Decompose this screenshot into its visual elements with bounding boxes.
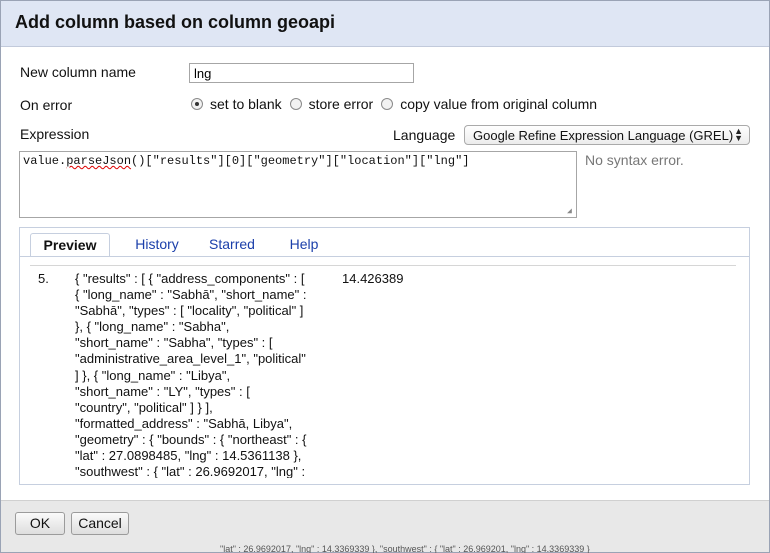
radio-unchecked-icon bbox=[289, 98, 302, 110]
preview-value-line: "administrative_area_level_1", "politica… bbox=[75, 351, 306, 367]
preview-value-line: "short_name" : "Sabha", "types" : [ bbox=[75, 335, 273, 351]
preview-value-line: "short_name" : "LY", "types" : [ bbox=[75, 383, 250, 399]
on-error-store-error-radio[interactable]: store error bbox=[289, 96, 374, 112]
expression-code-part: ()["results"][0]["geometry"]["location"]… bbox=[131, 154, 470, 168]
preview-row-result: 14.426389 bbox=[342, 271, 404, 286]
preview-table[interactable]: 5. { "results" : [ { "address_components… bbox=[30, 268, 736, 478]
preview-value-line: ] }, { "long_name" : "Libya", bbox=[75, 367, 231, 383]
preview-header-rule bbox=[30, 265, 736, 266]
expression-code-function: parseJson bbox=[66, 154, 132, 168]
on-error-copy-value-radio[interactable]: copy value from original column bbox=[381, 96, 597, 112]
on-error-option-label: set to blank bbox=[210, 96, 282, 112]
radio-unchecked-icon bbox=[381, 98, 394, 110]
new-column-name-input[interactable] bbox=[189, 63, 414, 83]
preview-row-number: 5. bbox=[38, 271, 49, 286]
select-updown-arrow-icon: ▲ ▼ bbox=[734, 126, 743, 143]
expression-label: Expression bbox=[20, 126, 90, 142]
preview-value-line: "formatted_address" : "Sabhā, Libya", bbox=[75, 415, 293, 431]
on-error-option-label: store error bbox=[308, 96, 374, 112]
on-error-label: On error bbox=[20, 97, 73, 113]
preview-value-line: "lat" : 27.0898485, "lng" : 14.5361138 }… bbox=[75, 448, 302, 464]
resize-grip-icon[interactable]: ◢ bbox=[567, 208, 575, 216]
radio-checked-icon bbox=[191, 98, 203, 110]
tab-strip: Preview History Starred Help bbox=[20, 228, 749, 257]
preview-value-line: { "long_name" : "Sabhā", "short_name" : bbox=[75, 287, 307, 303]
preview-value-line: "geometry" : { "bounds" : { "northeast" … bbox=[75, 431, 307, 447]
tab-starred[interactable]: Starred bbox=[199, 233, 265, 257]
dialog-title: Add column based on column geoapi bbox=[15, 12, 336, 32]
on-error-radio-group: set to blank store error copy value from… bbox=[191, 95, 605, 113]
tab-preview[interactable]: Preview bbox=[30, 233, 110, 257]
language-select-value: Google Refine Expression Language (GREL) bbox=[473, 128, 734, 143]
tab-divider bbox=[20, 256, 749, 257]
background-page-text: "lat" : 26.9692017, "lng" : 14.3369339 }… bbox=[220, 545, 590, 553]
on-error-set-blank-radio[interactable]: set to blank bbox=[191, 96, 282, 112]
preview-row-value: { "results" : [ { "address_components" :… bbox=[75, 271, 340, 478]
add-column-dialog: Add column based on column geoapi New co… bbox=[0, 0, 770, 553]
preview-value-line: }, { "long_name" : "Sabha", bbox=[75, 319, 230, 335]
ok-button[interactable]: OK bbox=[15, 512, 65, 535]
syntax-status: No syntax error. bbox=[585, 152, 684, 168]
dialog-title-bar[interactable]: Add column based on column geoapi bbox=[1, 1, 769, 47]
expression-tabs-panel: Preview History Starred Help 5. { "resul… bbox=[19, 227, 750, 485]
tab-history[interactable]: History bbox=[122, 233, 192, 257]
language-select[interactable]: Google Refine Expression Language (GREL)… bbox=[464, 125, 750, 145]
language-label: Language bbox=[393, 127, 456, 143]
expression-code-part: value. bbox=[23, 154, 67, 168]
on-error-option-label: copy value from original column bbox=[400, 96, 598, 112]
preview-value-line: "Sabhā", "types" : [ "locality", "politi… bbox=[75, 303, 304, 319]
preview-value-line: "country", "political" ] } ], bbox=[75, 399, 213, 415]
preview-value-line: "southwest" : { "lat" : 26.9692017, "lng… bbox=[75, 464, 306, 478]
new-column-name-label: New column name bbox=[20, 64, 136, 80]
expression-textarea[interactable]: value.parseJson()["results"][0]["geometr… bbox=[19, 151, 577, 218]
cancel-button[interactable]: Cancel bbox=[71, 512, 129, 535]
preview-value-line: { "results" : [ { "address_components" :… bbox=[75, 271, 305, 286]
tab-help[interactable]: Help bbox=[279, 233, 329, 257]
